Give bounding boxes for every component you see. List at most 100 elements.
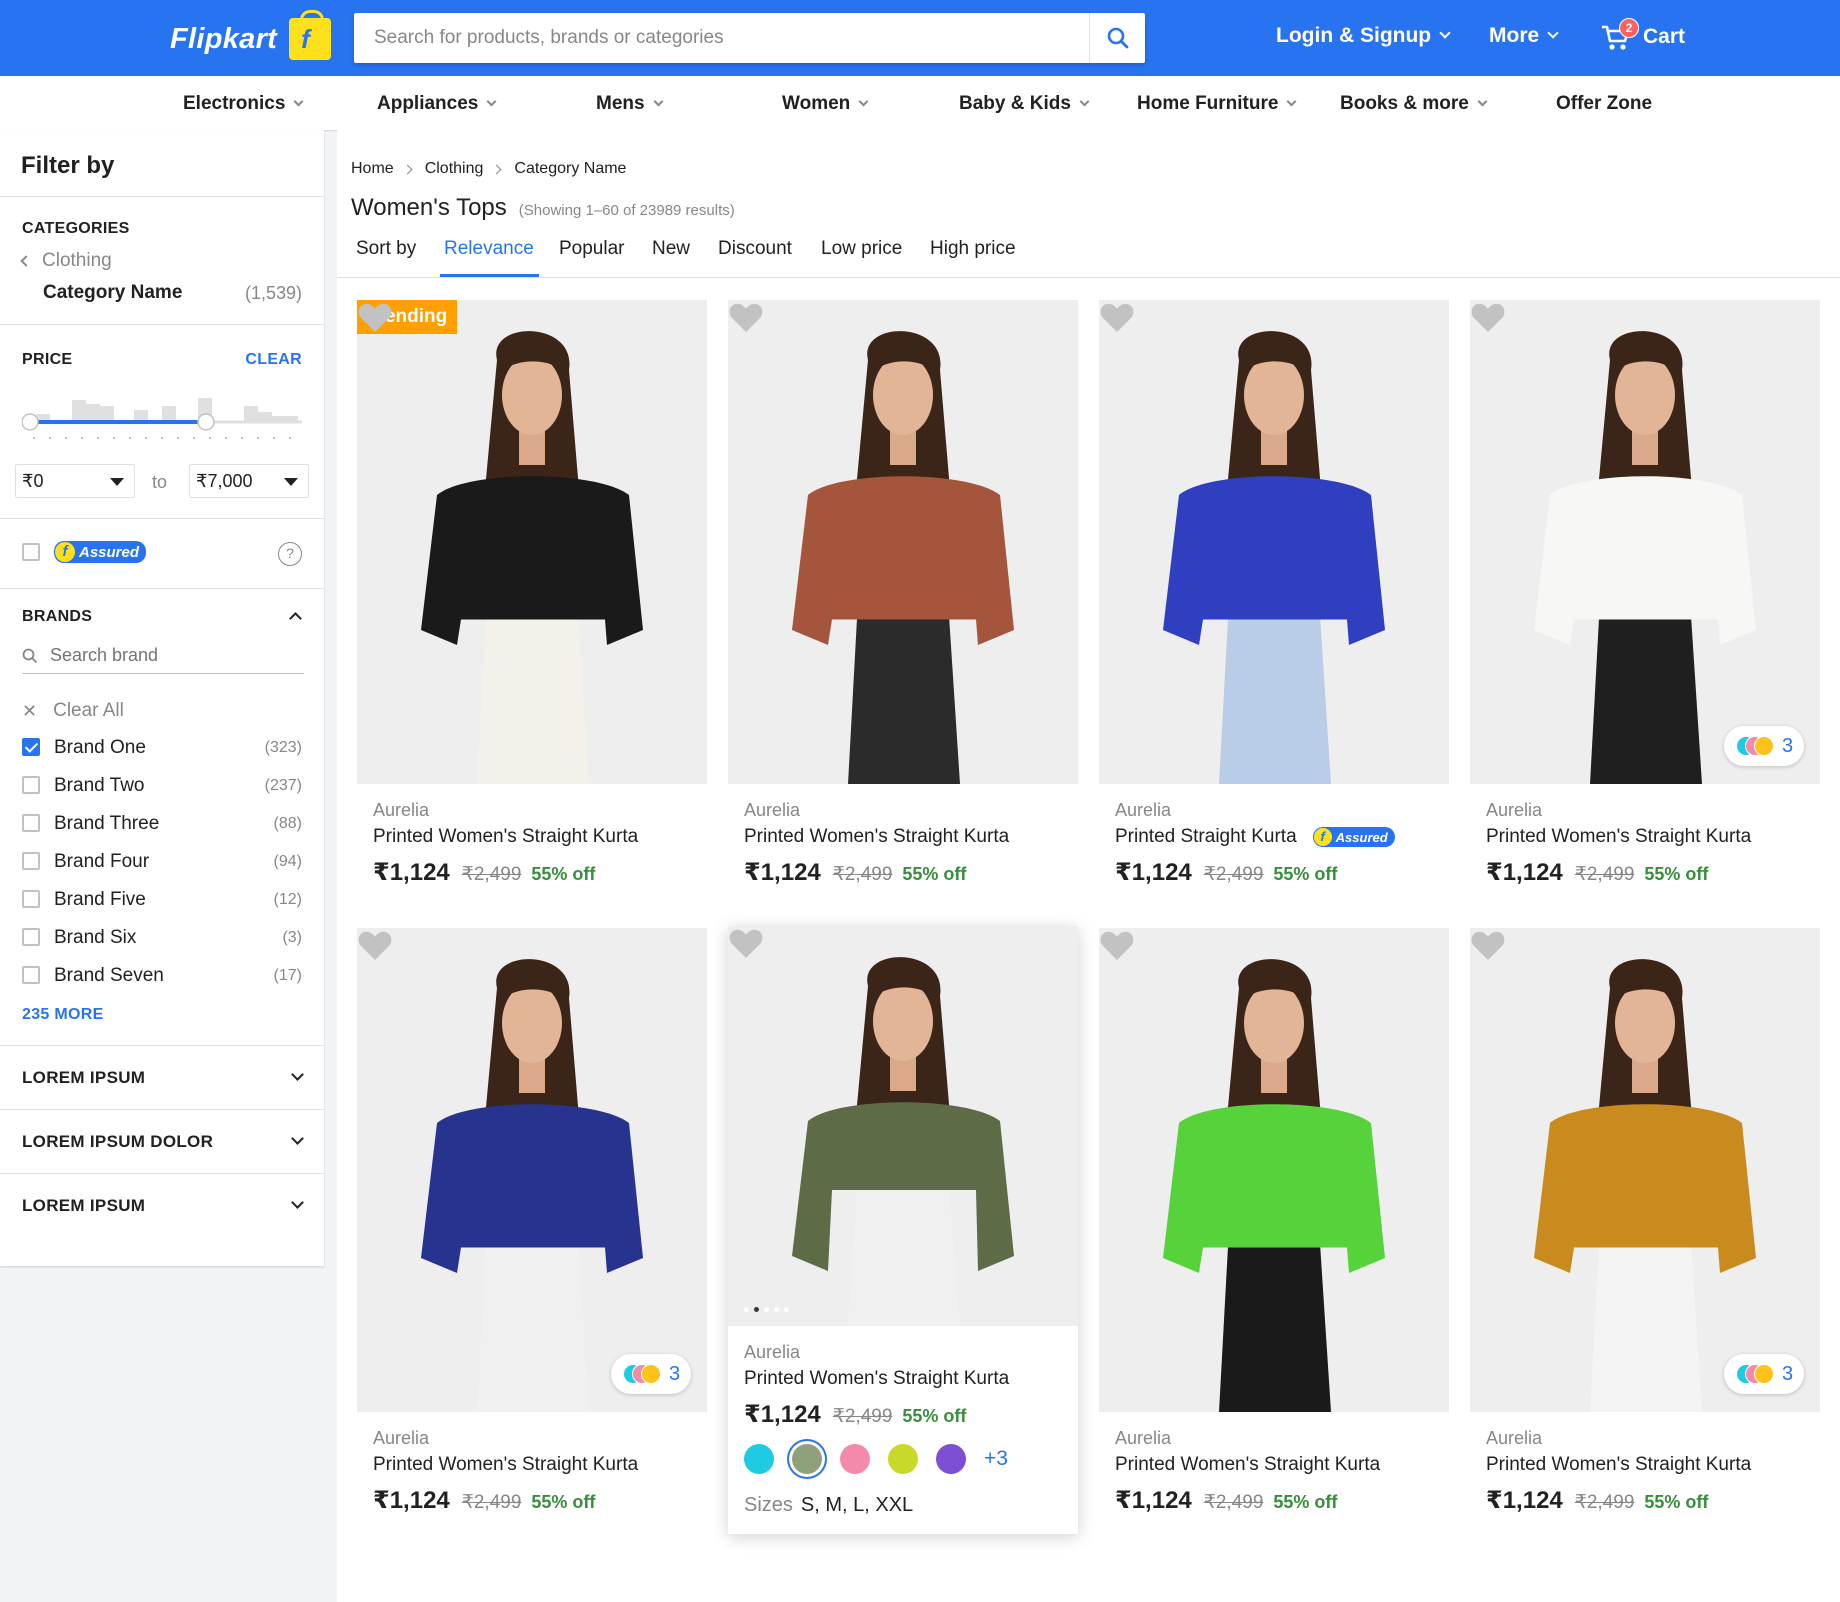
more-colors[interactable]: +3	[984, 1447, 1008, 1471]
nav-appliances[interactable]: Appliances	[377, 93, 497, 115]
search-button[interactable]	[1089, 13, 1145, 63]
product-card[interactable]: Aurelia Printed Women's Straight Kurta ₹1,…	[1099, 928, 1449, 1528]
wishlist-heart-icon[interactable]	[728, 300, 764, 334]
login-signup-menu[interactable]: Login & Signup	[1276, 24, 1451, 48]
color-swatch[interactable]	[936, 1444, 966, 1474]
product-price: ₹1,124 ₹2,499 55% off	[1486, 1486, 1708, 1515]
product-image[interactable]: Trending	[357, 300, 707, 784]
product-image[interactable]	[1099, 300, 1449, 784]
color-swatch[interactable]	[744, 1444, 774, 1474]
product-image[interactable]	[728, 926, 1078, 1326]
price-min-select[interactable]: ₹0	[15, 464, 135, 498]
product-image[interactable]: 3	[357, 928, 707, 1412]
brand-checkbox[interactable]	[22, 738, 40, 756]
product-card[interactable]: Aurelia Printed Women's Straight Kurta ₹1,…	[728, 300, 1078, 900]
wishlist-heart-icon[interactable]	[1099, 928, 1135, 962]
nav-offer-zone[interactable]: Offer Zone	[1556, 93, 1652, 115]
product-name[interactable]: Printed Women's Straight Kurta	[1486, 1454, 1751, 1476]
nav-mens[interactable]: Mens	[596, 93, 664, 115]
brand-option[interactable]: Brand Four (94)	[0, 846, 324, 878]
color-variants-pill[interactable]: 3	[1724, 1354, 1804, 1394]
chevron-down-icon	[653, 96, 664, 107]
wishlist-heart-icon[interactable]	[1470, 300, 1506, 334]
sort-high-price[interactable]: High price	[930, 238, 1016, 260]
product-name[interactable]: Printed Women's Straight Kurta	[373, 1454, 638, 1476]
brand-checkbox[interactable]	[22, 928, 40, 946]
clear-all-brands[interactable]: ✕ Clear All	[22, 700, 124, 722]
sort-discount[interactable]: Discount	[718, 238, 792, 260]
brand-checkbox[interactable]	[22, 966, 40, 984]
parent-category-link[interactable]: Clothing	[20, 250, 112, 272]
product-image[interactable]: 3	[1470, 928, 1820, 1412]
nav-baby-kids[interactable]: Baby & Kids	[959, 93, 1090, 115]
brand-search-input[interactable]	[50, 645, 290, 666]
product-name[interactable]: Printed Women's Straight Kurta	[744, 1368, 1009, 1390]
login-label: Login & Signup	[1276, 24, 1432, 47]
brand-option[interactable]: Brand Two (237)	[0, 770, 324, 802]
filter-section-lorem-ipsum[interactable]: LOREM IPSUM	[0, 1045, 324, 1109]
product-card[interactable]: Aurelia Printed Women's Straight Kurta ₹1,…	[728, 926, 1078, 1534]
sort-popular[interactable]: Popular	[559, 238, 625, 260]
breadcrumb-home[interactable]: Home	[351, 160, 394, 178]
product-name[interactable]: Printed Straight Kurta f Assured	[1115, 826, 1395, 848]
nav-home-furniture[interactable]: Home Furniture	[1137, 93, 1297, 115]
wishlist-heart-icon[interactable]	[357, 300, 393, 334]
color-variants-pill[interactable]: 3	[611, 1354, 691, 1394]
nav-books-more[interactable]: Books & more	[1340, 93, 1488, 115]
breadcrumb-category[interactable]: Category Name	[514, 160, 626, 178]
color-swatch[interactable]	[792, 1444, 822, 1474]
color-swatch[interactable]	[888, 1444, 918, 1474]
brand-option[interactable]: Brand Six (3)	[0, 922, 324, 954]
brand-checkbox[interactable]	[22, 776, 40, 794]
brand-option[interactable]: Brand Seven (17)	[0, 960, 324, 992]
product-brand: Aurelia	[373, 1428, 430, 1448]
product-card[interactable]: Trending Aurelia Printed Women's Straight …	[357, 300, 707, 900]
wishlist-heart-icon[interactable]	[357, 928, 393, 962]
breadcrumb: Home Clothing Category Name	[351, 160, 626, 178]
product-card[interactable]: 3 Aurelia Printed Women's Straight Kurta ₹1…	[1470, 928, 1820, 1528]
product-card[interactable]: 3 Aurelia Printed Women's Straight Kurta ₹1…	[357, 928, 707, 1528]
product-name[interactable]: Printed Women's Straight Kurta	[1486, 826, 1751, 848]
wishlist-heart-icon[interactable]	[1470, 928, 1506, 962]
nav-electronics[interactable]: Electronics	[183, 93, 304, 115]
brand-checkbox[interactable]	[22, 852, 40, 870]
wishlist-heart-icon[interactable]	[728, 926, 764, 960]
price-histogram-slider[interactable]	[22, 392, 304, 458]
more-brands-link[interactable]: 235 MORE	[22, 1006, 104, 1024]
color-swatch[interactable]	[840, 1444, 870, 1474]
filter-section-lorem-ipsum-2[interactable]: LOREM IPSUM	[0, 1173, 324, 1237]
product-card[interactable]: 3 Aurelia Printed Women's Straight Kurta ₹1…	[1470, 300, 1820, 900]
sort-low-price[interactable]: Low price	[821, 238, 902, 260]
product-price: ₹1,124 ₹2,499 55% off	[1115, 1486, 1337, 1515]
brand-checkbox[interactable]	[22, 814, 40, 832]
product-card[interactable]: Aurelia Printed Straight Kurta f Assured ₹1,…	[1099, 300, 1449, 900]
product-photo	[357, 300, 707, 784]
product-name[interactable]: Printed Women's Straight Kurta	[1115, 1454, 1380, 1476]
help-icon[interactable]: ?	[278, 542, 302, 566]
brand-checkbox[interactable]	[22, 890, 40, 908]
product-image[interactable]: 3	[1470, 300, 1820, 784]
product-name[interactable]: Printed Women's Straight Kurta	[373, 826, 638, 848]
brand-option[interactable]: Brand Three (88)	[0, 808, 324, 840]
product-image[interactable]	[728, 300, 1078, 784]
brand-option[interactable]: Brand Five (12)	[0, 884, 324, 916]
product-name[interactable]: Printed Women's Straight Kurta	[744, 826, 1009, 848]
filter-section-lorem-ipsum-dolor[interactable]: LOREM IPSUM DOLOR	[0, 1109, 324, 1173]
color-variants-pill[interactable]: 3	[1724, 726, 1804, 766]
breadcrumb-clothing[interactable]: Clothing	[425, 160, 484, 178]
brand-option[interactable]: Brand One (323)	[0, 732, 324, 764]
cart-button[interactable]: 2 Cart	[1601, 18, 1685, 50]
nav-women[interactable]: Women	[782, 93, 869, 115]
price-clear-button[interactable]: CLEAR	[245, 351, 302, 369]
more-menu[interactable]: More	[1489, 24, 1559, 48]
image-carousel-dots[interactable]	[744, 1307, 789, 1312]
flipkart-logo[interactable]: Flipkart f	[170, 10, 332, 60]
sort-new[interactable]: New	[652, 238, 690, 260]
chevron-up-icon[interactable]	[289, 612, 302, 625]
product-image[interactable]	[1099, 928, 1449, 1412]
search-input[interactable]	[354, 13, 1089, 63]
wishlist-heart-icon[interactable]	[1099, 300, 1135, 334]
sort-relevance[interactable]: Relevance	[444, 238, 534, 260]
price-max-select[interactable]: ₹7,000	[189, 464, 309, 498]
assured-checkbox[interactable]	[22, 543, 40, 561]
